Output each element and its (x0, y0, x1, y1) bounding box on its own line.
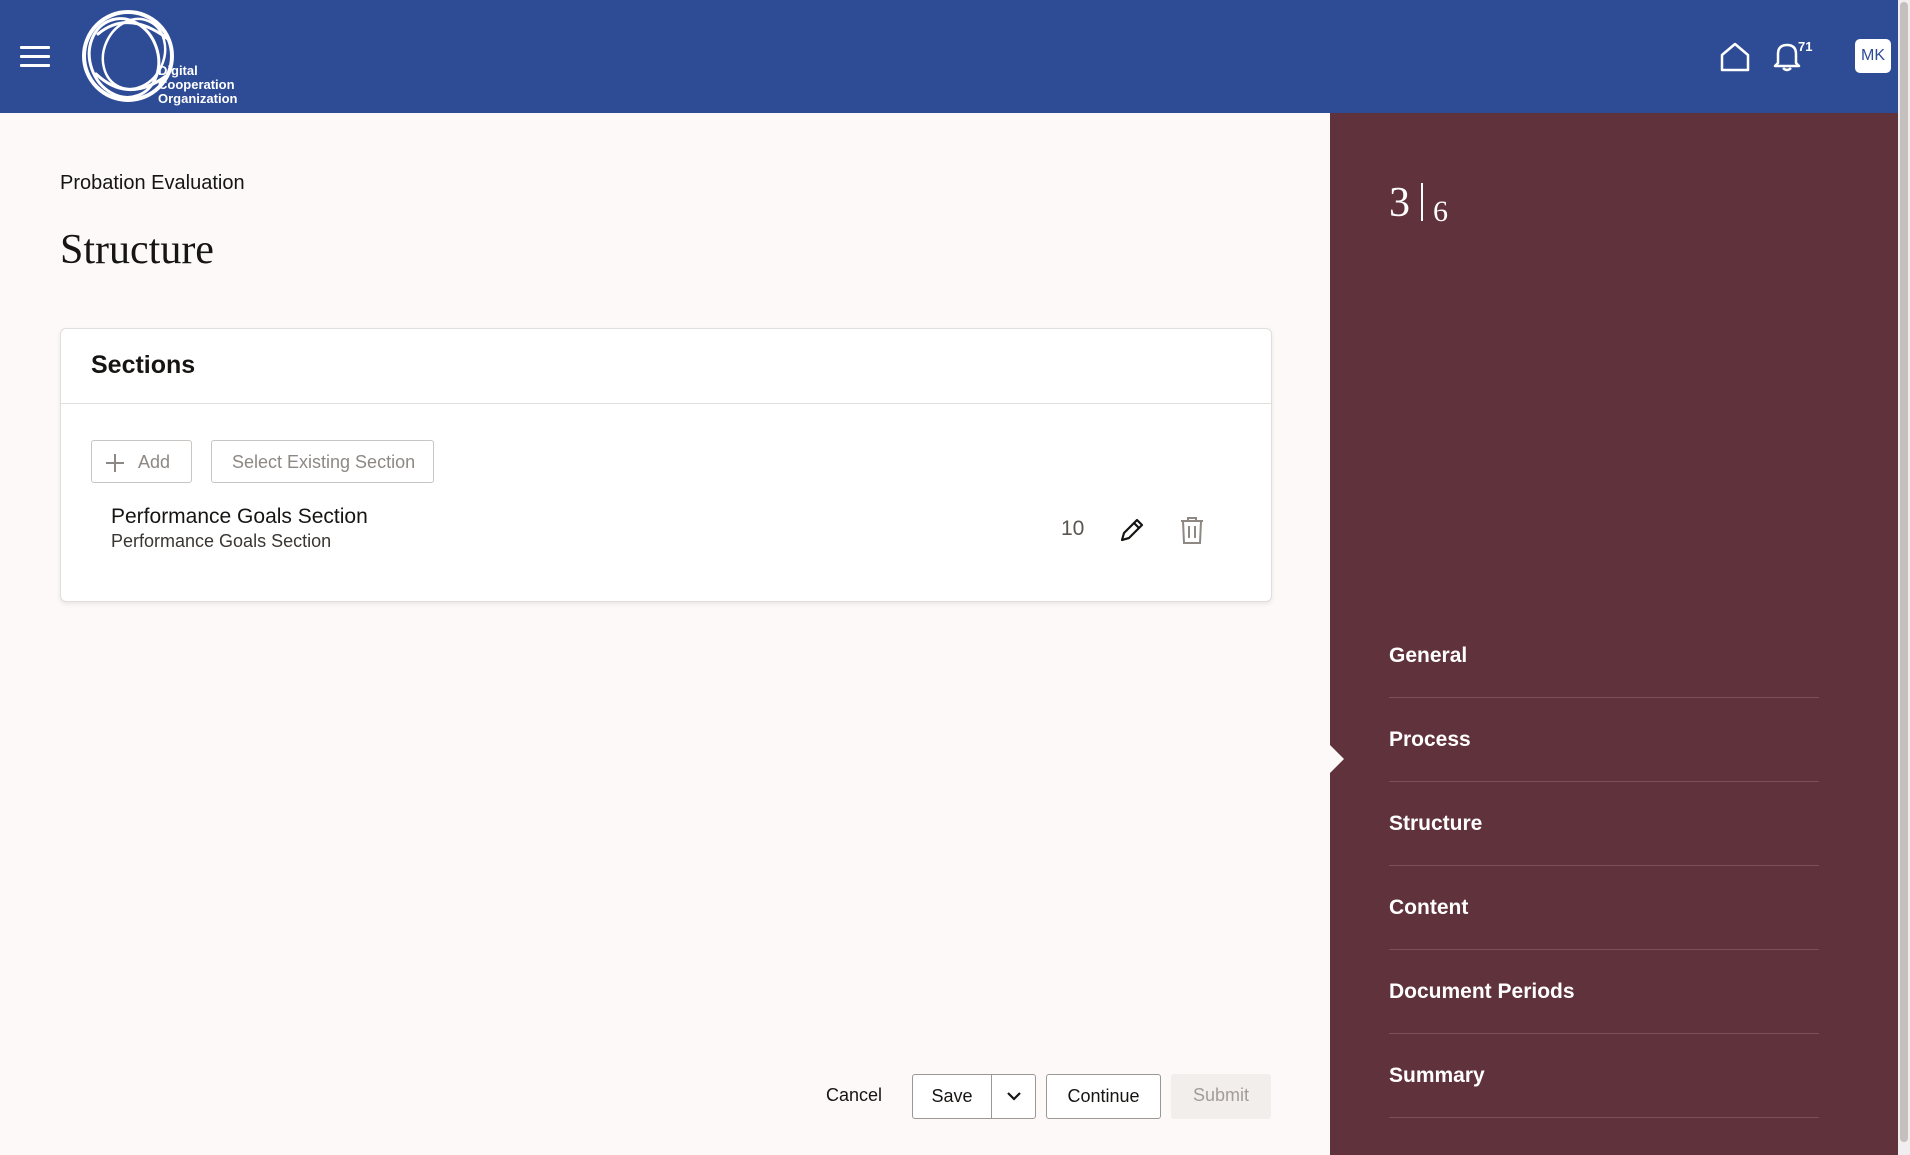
add-section-label: Add (138, 452, 171, 472)
submit-button[interactable]: Submit (1171, 1074, 1271, 1119)
section-description: Performance Goals Section (111, 531, 332, 551)
current-step-marker-icon (1330, 745, 1344, 773)
page-title: Structure (60, 227, 214, 273)
page-context-title: Probation Evaluation (60, 172, 245, 194)
notifications-button[interactable]: 71 (1768, 36, 1818, 76)
sections-card-title: Sections (91, 351, 196, 379)
section-name: Performance Goals Section (111, 505, 368, 528)
notification-count-badge: 71 (1798, 39, 1813, 54)
train-steps-list: General Process Structure Content Docume… (1389, 645, 1819, 1118)
step-train-panel: 3 6 General Process Structure Content Do… (1330, 113, 1898, 1155)
sections-card: Sections Add Select Existing Section Per… (60, 328, 1272, 602)
train-step-content[interactable]: Content (1389, 866, 1819, 950)
train-step-document-periods[interactable]: Document Periods (1389, 950, 1819, 1034)
select-existing-section-button[interactable]: Select Existing Section (211, 440, 434, 483)
save-button[interactable]: Save (912, 1074, 992, 1119)
scrollbar-thumb[interactable] (1900, 2, 1908, 1142)
cancel-button[interactable]: Cancel (812, 1074, 896, 1119)
page-scrollbar[interactable] (1898, 0, 1910, 1155)
train-step-process[interactable]: Process (1389, 698, 1819, 782)
chevron-down-icon (1007, 1092, 1021, 1101)
edit-pencil-icon[interactable] (1117, 515, 1147, 545)
logo-line-1: Digital (158, 63, 198, 78)
add-section-button[interactable]: Add (91, 440, 192, 483)
section-weight: 10 (1061, 517, 1085, 540)
user-avatar[interactable]: MK (1855, 39, 1891, 73)
train-step-general[interactable]: General (1389, 645, 1819, 698)
train-step-summary[interactable]: Summary (1389, 1034, 1819, 1118)
total-steps-number: 6 (1433, 195, 1448, 228)
step-divider (1421, 183, 1423, 221)
trash-icon[interactable] (1178, 515, 1206, 545)
train-step-structure[interactable]: Structure (1389, 782, 1819, 866)
home-icon[interactable] (1718, 40, 1752, 74)
logo-line-3: Organization (158, 91, 238, 106)
hamburger-menu-icon[interactable] (20, 46, 50, 68)
plus-icon (106, 454, 124, 472)
current-step-number: 3 (1389, 180, 1410, 226)
sections-card-header: Sections (61, 329, 1271, 404)
logo-text: Digital Cooperation Organization (158, 64, 237, 106)
top-header: Digital Cooperation Organization 71 MK (0, 0, 1898, 113)
continue-button[interactable]: Continue (1046, 1074, 1161, 1119)
save-options-button[interactable] (991, 1074, 1036, 1119)
logo-line-2: Cooperation (158, 77, 235, 92)
